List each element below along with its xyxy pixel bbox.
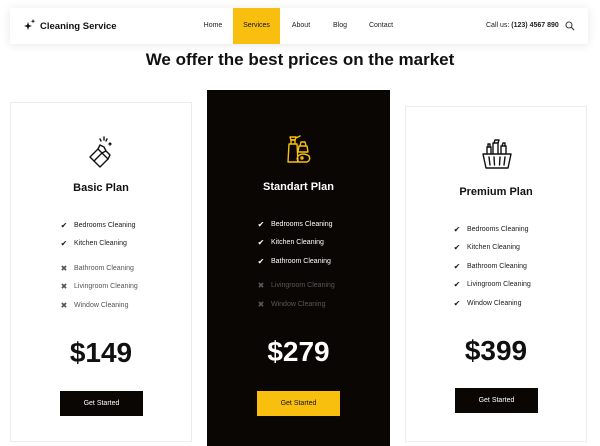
pricing-card-premium: Premium Plan ✔ Bedrooms Cleaning ✔ Kitchen… [405,106,587,442]
pricing-card-basic: Basic Plan ✔ Bedrooms Cleaning ✔ Kitchen C… [10,102,192,442]
cross-icon: ✖ [60,263,68,273]
feature-item: ✔ Bedrooms Cleaning [256,215,335,234]
feature-label: Livingroom Cleaning [74,283,138,291]
plan-price: $399 [464,335,528,366]
feature-item: ✔ Kitchen Cleaning [256,234,335,253]
phone-number[interactable]: (123) 4567 890 [511,22,558,29]
feature-item: ✔ Livingroom Cleaning [452,276,531,295]
check-icon: ✔ [257,256,265,266]
brand-name: Cleaning Service [40,20,117,32]
search-icon[interactable] [565,21,575,31]
feature-list: ✔ Bedrooms Cleaning ✔ Kitchen Cleaning ✖ Ba… [59,216,138,315]
feature-label: Window Cleaning [74,301,129,309]
check-icon: ✔ [60,239,68,249]
feature-list: ✔ Bedrooms Cleaning ✔ Kitchen Cleaning ✔ Ba… [452,220,531,313]
feature-item: ✔ Window Cleaning [452,294,531,313]
feature-item: ✖ Livingroom Cleaning [59,278,138,297]
feature-label: Kitchen Cleaning [74,240,127,248]
sparkle-icon [24,19,36,30]
check-icon: ✔ [453,243,461,253]
cross-icon: ✖ [257,281,265,291]
check-icon: ✔ [60,220,68,230]
get-started-button[interactable]: Get Started [60,391,143,416]
feature-item: ✔ Bathroom Cleaning [452,257,531,276]
feature-label: Bathroom Cleaning [467,262,527,270]
feature-label: Window Cleaning [271,300,326,308]
check-icon: ✔ [453,261,461,271]
nav-contact[interactable]: Contact [365,8,397,44]
cross-icon: ✖ [257,299,265,309]
pricing-card-standard: Standart Plan ✔ Bedrooms Cleaning ✔ Kitche… [207,90,390,446]
feature-list: ✔ Bedrooms Cleaning ✔ Kitchen Cleaning ✔ Ba… [256,215,335,314]
feature-label: Livingroom Cleaning [271,282,335,290]
check-icon: ✔ [257,219,265,229]
cross-icon: ✖ [60,300,68,310]
brand-logo[interactable]: Cleaning Service [24,19,117,33]
plan-name: Standart Plan [263,181,334,193]
cleaning-gloves-icon [89,136,112,168]
cross-icon: ✖ [60,282,68,292]
feature-label: Bedrooms Cleaning [74,221,136,229]
plan-price: $279 [267,336,330,367]
feature-label: Kitchen Cleaning [467,244,520,252]
plan-name: Premium Plan [459,186,533,198]
feature-item: ✖ Window Cleaning [59,296,138,315]
feature-label: Kitchen Cleaning [271,239,324,247]
page-headline: We offer the best prices on the market [145,50,455,69]
feature-item: ✔ Bathroom Cleaning [256,252,335,271]
plan-name: Basic Plan [73,182,129,194]
feature-item: ✔ Kitchen Cleaning [59,235,138,254]
call-us: Call us: (123) 4567 890 [486,8,559,44]
plan-price: $149 [69,337,133,368]
get-started-button[interactable]: Get Started [455,388,538,413]
feature-item: ✖ Bathroom Cleaning [59,259,138,278]
feature-label: Bathroom Cleaning [74,264,134,272]
get-started-button[interactable]: Get Started [257,391,340,416]
feature-label: Bedrooms Cleaning [271,220,333,228]
feature-label: Window Cleaning [467,299,522,307]
check-icon: ✔ [453,224,461,234]
cleaning-supplies-icon [287,135,311,163]
feature-item: ✖ Window Cleaning [256,295,335,314]
nav-about[interactable]: About [287,8,315,44]
nav-home[interactable]: Home [197,8,229,44]
top-navbar: Cleaning Service Home Services About Blo… [10,8,588,44]
call-label: Call us: [486,22,510,29]
nav-blog[interactable]: Blog [329,8,351,44]
cleaning-basket-icon [482,139,512,169]
check-icon: ✔ [453,298,461,308]
feature-label: Bathroom Cleaning [271,257,331,265]
feature-label: Livingroom Cleaning [467,281,531,289]
feature-item: ✔ Bedrooms Cleaning [59,216,138,235]
feature-item: ✖ Livingroom Cleaning [256,277,335,296]
feature-item: ✔ Bedrooms Cleaning [452,220,531,239]
feature-label: Bedrooms Cleaning [467,225,529,233]
check-icon: ✔ [453,280,461,290]
feature-item: ✔ Kitchen Cleaning [452,239,531,258]
check-icon: ✔ [257,238,265,248]
nav-services[interactable]: Services [233,8,280,44]
